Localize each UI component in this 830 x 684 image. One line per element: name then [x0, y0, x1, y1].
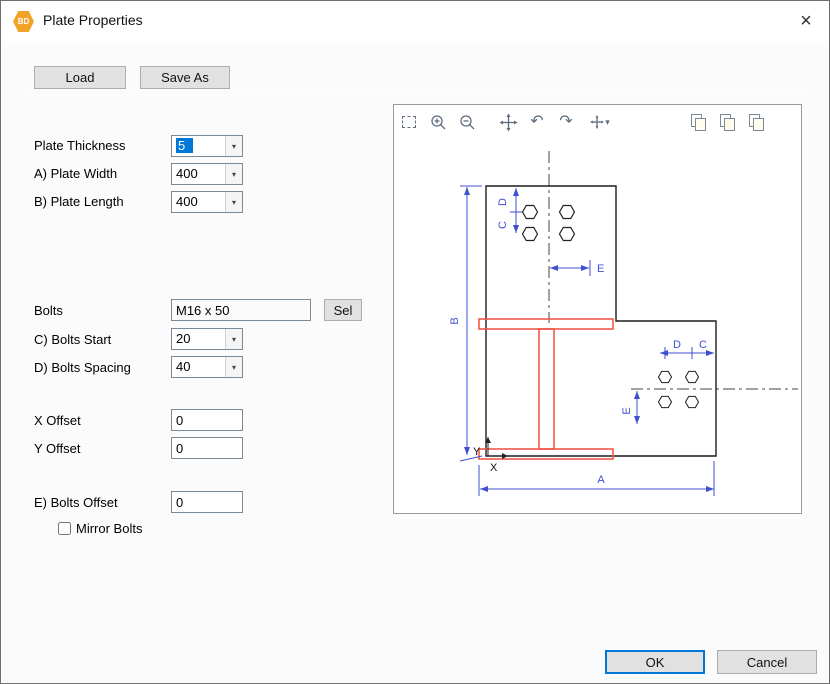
- x-offset-label: X Offset: [34, 413, 81, 428]
- plate-drawing: A B D C E D C E Y X: [394, 105, 801, 513]
- drawing-preview-panel: A B D C E D C E Y X: [393, 104, 802, 514]
- bolts-select-button[interactable]: Sel: [324, 299, 362, 321]
- beam-section: [479, 319, 613, 459]
- save-as-button[interactable]: Save As: [140, 66, 230, 89]
- ok-button[interactable]: OK: [605, 650, 705, 674]
- plate-length-value: 400: [176, 194, 198, 209]
- copy-pages-glyph: [690, 114, 706, 131]
- plate-width-label: A) Plate Width: [34, 166, 117, 181]
- bolts-spacing-select[interactable]: 40 ▾: [171, 356, 243, 378]
- axis-marker: Y X: [473, 437, 508, 474]
- chevron-down-icon[interactable]: ▾: [605, 117, 610, 128]
- center-view-icon[interactable]: ▾: [585, 112, 615, 132]
- plate-thickness-value: 5: [176, 138, 193, 153]
- copy-alt-icon[interactable]: [717, 112, 737, 132]
- bolts-input[interactable]: [171, 299, 311, 321]
- chevron-down-icon[interactable]: ▾: [225, 164, 242, 184]
- plate-thickness-select[interactable]: 5 ▾: [171, 135, 243, 157]
- app-icon-text: BD: [18, 17, 30, 26]
- bolts-spacing-label: D) Bolts Spacing: [34, 360, 131, 375]
- bolts-offset-input[interactable]: [171, 491, 243, 513]
- title-bar: BD Plate Properties ×: [1, 1, 829, 41]
- bolts-offset-label: E) Bolts Offset: [34, 495, 118, 510]
- zoom-out-icon[interactable]: [457, 112, 477, 132]
- plate-length-select[interactable]: 400 ▾: [171, 191, 243, 213]
- dim-label-e-right: E: [621, 407, 633, 414]
- chevron-down-icon[interactable]: ▾: [225, 357, 242, 377]
- plate-width-select[interactable]: 400 ▾: [171, 163, 243, 185]
- copy-pages-glyph: [719, 114, 735, 131]
- paste-icon[interactable]: [746, 112, 766, 132]
- app-icon: BD: [13, 11, 34, 32]
- preview-toolbar: ↶ ↷ ▾: [399, 111, 766, 133]
- dim-label-c-right: C: [699, 339, 707, 351]
- plate-thickness-label: Plate Thickness: [34, 138, 126, 153]
- rotate-cw-icon[interactable]: ↷: [556, 112, 576, 132]
- bolts-start-label: C) Bolts Start: [34, 332, 111, 347]
- mirror-bolts-checkbox[interactable]: Mirror Bolts: [58, 521, 142, 536]
- bolts-spacing-value: 40: [176, 359, 190, 374]
- copy-icon[interactable]: [688, 112, 708, 132]
- bolts-start-select[interactable]: 20 ▾: [171, 328, 243, 350]
- y-offset-label: Y Offset: [34, 441, 81, 456]
- dim-label-b: B: [449, 317, 461, 324]
- bolts-start-value: 20: [176, 331, 190, 346]
- mirror-bolts-checkbox-box[interactable]: [58, 522, 71, 535]
- chevron-down-icon[interactable]: ▾: [225, 136, 242, 156]
- dim-label-a: A: [597, 474, 605, 486]
- plate-length-label: B) Plate Length: [34, 194, 124, 209]
- dim-label-d-top: D: [497, 198, 509, 206]
- plate-width-value: 400: [176, 166, 198, 181]
- close-icon: ×: [800, 10, 812, 33]
- load-button[interactable]: Load: [34, 66, 126, 89]
- zoom-in-icon[interactable]: [428, 112, 448, 132]
- x-offset-input[interactable]: [171, 409, 243, 431]
- paste-pages-glyph: [748, 114, 764, 131]
- y-offset-input[interactable]: [171, 437, 243, 459]
- axis-label-y: Y: [473, 446, 481, 458]
- plate-outline: [486, 186, 716, 456]
- dim-label-d-right: D: [673, 339, 681, 351]
- close-button[interactable]: ×: [783, 1, 829, 41]
- rotate-ccw-icon[interactable]: ↶: [527, 112, 547, 132]
- plate-properties-dialog: BD Plate Properties × Load Save As Plate…: [0, 0, 830, 684]
- zoom-window-rect: [402, 116, 416, 128]
- mirror-bolts-label: Mirror Bolts: [76, 521, 142, 536]
- pan-icon[interactable]: [498, 112, 518, 132]
- window-title: Plate Properties: [43, 12, 143, 28]
- chevron-down-icon[interactable]: ▾: [225, 192, 242, 212]
- axis-label-x: X: [490, 462, 498, 474]
- bolts-label: Bolts: [34, 303, 63, 318]
- cancel-button[interactable]: Cancel: [717, 650, 817, 674]
- chevron-down-icon[interactable]: ▾: [225, 329, 242, 349]
- dim-label-c-top: C: [497, 221, 509, 229]
- separator-line: [21, 94, 809, 95]
- zoom-window-icon[interactable]: [399, 112, 419, 132]
- dim-label-e-top: E: [597, 263, 604, 275]
